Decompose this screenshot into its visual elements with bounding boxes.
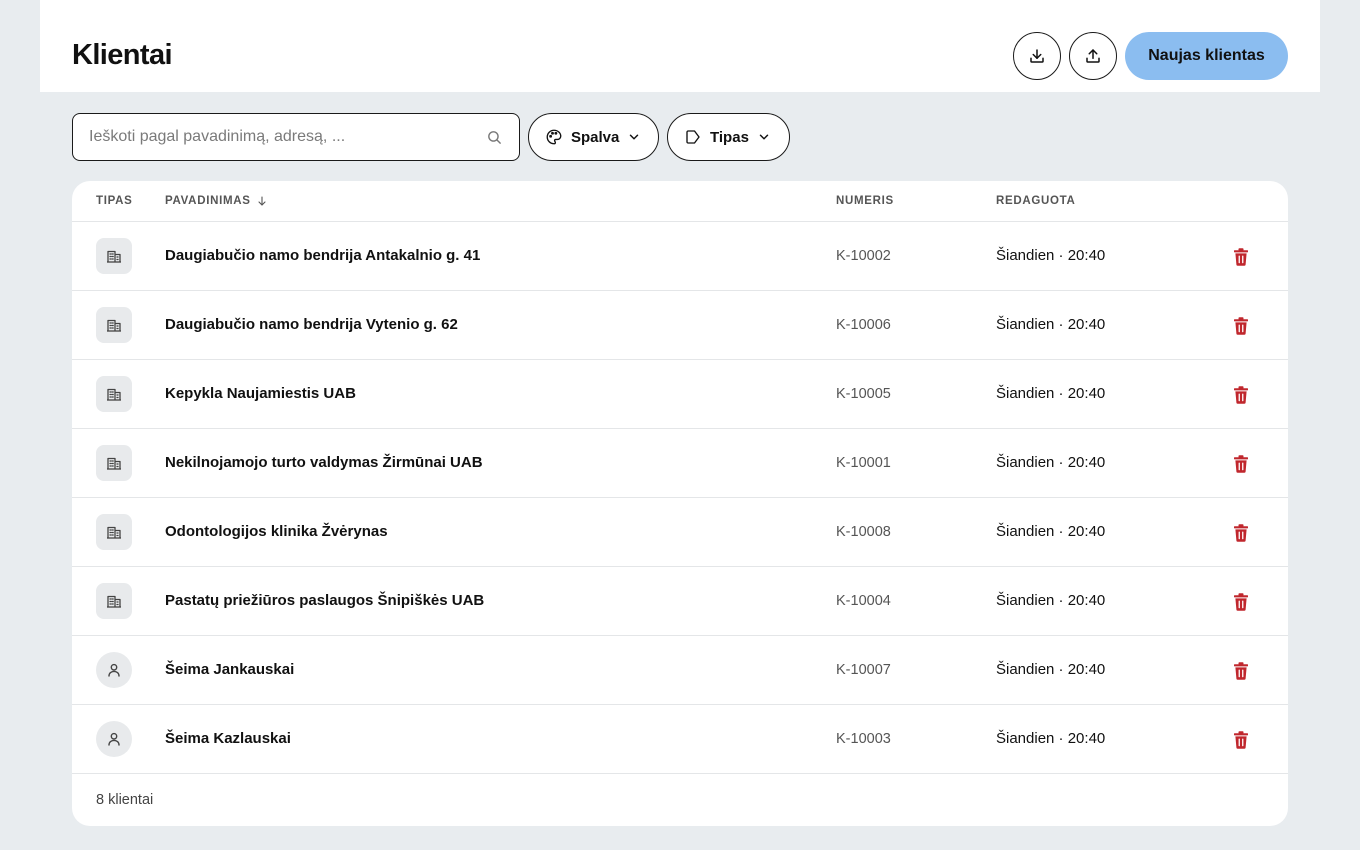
client-name: Nekilnojamojo turto valdymas Žirmūnai UA… xyxy=(165,454,483,471)
edited-time: Šiandien · 20:40 xyxy=(996,523,1106,540)
client-number: K-10002 xyxy=(836,248,891,264)
color-filter-label: Spalva xyxy=(571,128,620,146)
delete-button[interactable] xyxy=(1230,453,1252,475)
type-filter-dropdown[interactable]: Tipas xyxy=(667,113,790,161)
page-header: Klientai Naujas klientas xyxy=(40,0,1320,92)
client-name: Šeima Jankauskai xyxy=(165,661,295,678)
search-box xyxy=(72,113,520,161)
table-row[interactable]: Kepykla Naujamiestis UAB K-10005 Šiandie… xyxy=(72,360,1288,429)
building-icon xyxy=(107,388,121,401)
column-header-edited[interactable]: REDAGUOTA xyxy=(996,194,1076,208)
edited-time: Šiandien · 20:40 xyxy=(996,661,1106,678)
download-button[interactable] xyxy=(1013,32,1061,80)
delete-button[interactable] xyxy=(1230,384,1252,406)
type-badge xyxy=(96,238,132,274)
new-client-button[interactable]: Naujas klientas xyxy=(1125,32,1288,80)
table-row[interactable]: Pastatų priežiūros paslaugos Šnipiškės U… xyxy=(72,567,1288,636)
search-input[interactable] xyxy=(89,114,479,160)
column-header-type[interactable]: TIPAS xyxy=(96,194,133,208)
upload-icon xyxy=(1086,49,1100,63)
delete-button[interactable] xyxy=(1230,660,1252,682)
type-filter-label: Tipas xyxy=(710,128,749,146)
client-number: K-10008 xyxy=(836,524,891,540)
trash-icon xyxy=(1234,593,1248,611)
column-header-name-label: PAVADINIMAS xyxy=(165,195,251,207)
table-row[interactable]: Odontologijos klinika Žvėrynas K-10008 Š… xyxy=(72,498,1288,567)
palette-icon xyxy=(546,129,562,145)
edited-time: Šiandien · 20:40 xyxy=(996,385,1106,402)
edited-time: Šiandien · 20:40 xyxy=(996,592,1106,609)
client-number: K-10005 xyxy=(836,386,891,402)
client-number: K-10007 xyxy=(836,662,891,678)
type-badge xyxy=(96,307,132,343)
building-icon xyxy=(107,526,121,539)
person-icon xyxy=(108,732,120,746)
delete-button[interactable] xyxy=(1230,246,1252,268)
delete-button[interactable] xyxy=(1230,729,1252,751)
type-badge xyxy=(96,445,132,481)
client-name: Pastatų priežiūros paslaugos Šnipiškės U… xyxy=(165,592,485,609)
type-badge xyxy=(96,376,132,412)
column-header-name[interactable]: PAVADINIMAS xyxy=(165,194,268,208)
trash-icon xyxy=(1234,455,1248,473)
building-icon xyxy=(107,595,121,608)
trash-icon xyxy=(1234,386,1248,404)
type-badge xyxy=(96,514,132,550)
page-title: Klientai xyxy=(72,39,173,71)
chevron-down-icon xyxy=(630,134,639,140)
building-icon xyxy=(107,457,121,470)
edited-time: Šiandien · 20:40 xyxy=(996,454,1106,471)
building-icon xyxy=(107,319,121,332)
table-row[interactable]: Daugiabučio namo bendrija Antakalnio g. … xyxy=(72,222,1288,291)
type-badge xyxy=(96,721,132,757)
table-row[interactable]: Šeima Jankauskai K-10007 Šiandien · 20:4… xyxy=(72,636,1288,705)
trash-icon xyxy=(1234,317,1248,335)
person-icon xyxy=(108,663,120,677)
type-badge xyxy=(96,583,132,619)
trash-icon xyxy=(1234,662,1248,680)
client-number: K-10006 xyxy=(836,317,891,333)
client-number: K-10001 xyxy=(836,455,891,471)
edited-time: Šiandien · 20:40 xyxy=(996,247,1106,264)
clients-table: TIPAS PAVADINIMAS NUMERIS REDAGUOTA Daug… xyxy=(72,181,1288,826)
client-name: Kepykla Naujamiestis UAB xyxy=(165,385,356,402)
color-filter-dropdown[interactable]: Spalva xyxy=(528,113,659,161)
delete-button[interactable] xyxy=(1230,591,1252,613)
client-name: Daugiabučio namo bendrija Antakalnio g. … xyxy=(165,247,481,264)
table-header: TIPAS PAVADINIMAS NUMERIS REDAGUOTA xyxy=(72,181,1288,222)
client-name: Odontologijos klinika Žvėrynas xyxy=(165,523,388,540)
client-number: K-10004 xyxy=(836,593,891,609)
trash-icon xyxy=(1234,248,1248,266)
chevron-down-icon xyxy=(759,134,769,140)
type-badge xyxy=(96,652,132,688)
arrow-down-icon xyxy=(258,196,266,206)
delete-button[interactable] xyxy=(1230,315,1252,337)
table-row[interactable]: Šeima Kazlauskai K-10003 Šiandien · 20:4… xyxy=(72,705,1288,774)
trash-icon xyxy=(1234,524,1248,542)
client-count: 8 klientai xyxy=(96,792,154,808)
edited-time: Šiandien · 20:40 xyxy=(996,730,1106,747)
building-icon xyxy=(107,250,121,263)
client-name: Šeima Kazlauskai xyxy=(165,730,291,747)
tag-icon xyxy=(686,130,700,144)
download-icon xyxy=(1030,49,1044,63)
upload-button[interactable] xyxy=(1069,32,1117,80)
trash-icon xyxy=(1234,731,1248,749)
client-name: Daugiabučio namo bendrija Vytenio g. 62 xyxy=(165,316,458,333)
table-row[interactable]: Daugiabučio namo bendrija Vytenio g. 62 … xyxy=(72,291,1288,360)
edited-time: Šiandien · 20:40 xyxy=(996,316,1106,333)
column-header-number[interactable]: NUMERIS xyxy=(836,194,894,208)
table-row[interactable]: Nekilnojamojo turto valdymas Žirmūnai UA… xyxy=(72,429,1288,498)
search-icon xyxy=(488,131,501,144)
client-number: K-10003 xyxy=(836,731,891,747)
delete-button[interactable] xyxy=(1230,522,1252,544)
